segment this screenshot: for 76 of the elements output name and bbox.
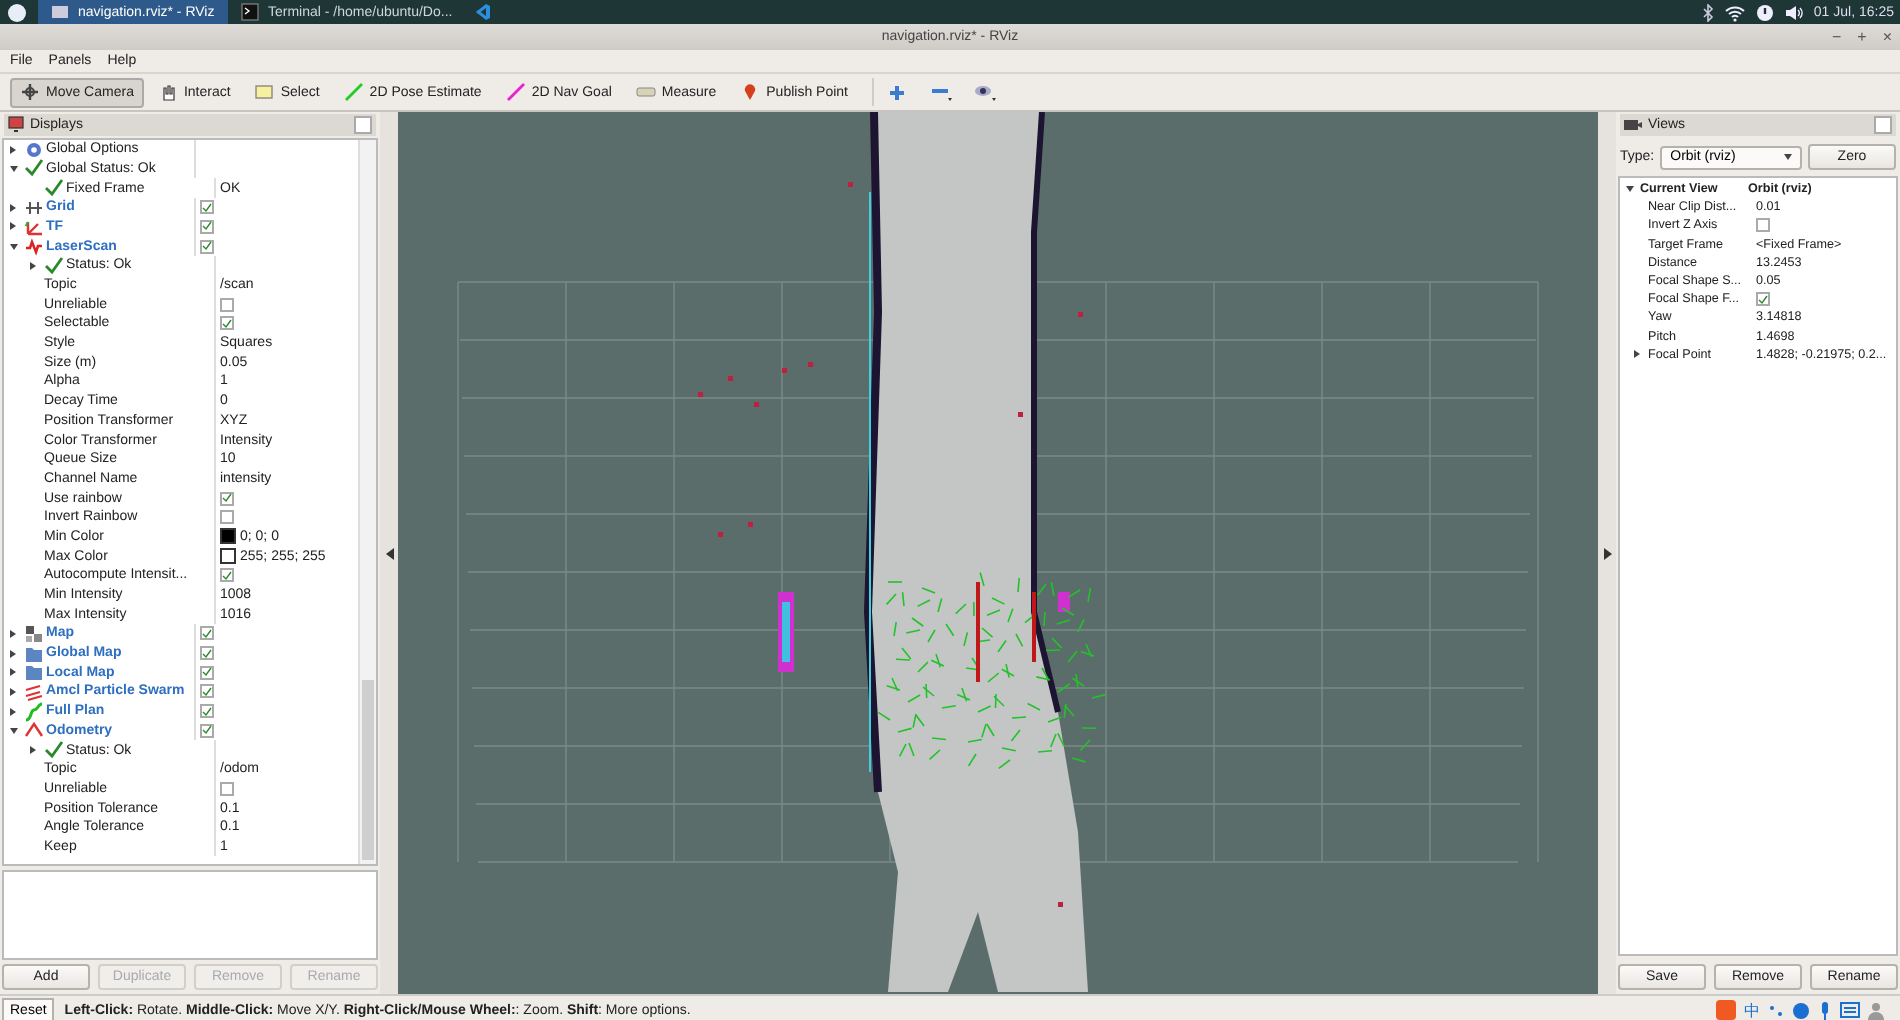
check-icon: [44, 740, 64, 760]
close-button[interactable]: ×: [1882, 28, 1892, 46]
wave-icon: [24, 236, 44, 257]
plus-icon[interactable]: [888, 83, 906, 101]
expand-arrow-icon[interactable]: [10, 222, 16, 231]
checkbox[interactable]: [200, 626, 214, 641]
expand-arrow-icon[interactable]: [1634, 350, 1640, 359]
collapse-arrow-icon[interactable]: [1625, 186, 1633, 193]
update-icon[interactable]: [1755, 3, 1774, 21]
checkbox[interactable]: [200, 723, 214, 738]
microphone-icon[interactable]: [1818, 1001, 1832, 1019]
ruler-icon: [635, 82, 656, 102]
checkbox[interactable]: [200, 200, 214, 215]
lines-icon: [24, 681, 44, 702]
grid-icon: [24, 197, 44, 218]
checkbox[interactable]: [220, 297, 234, 312]
expand-arrow-icon[interactable]: [10, 668, 16, 677]
folder-icon: [24, 662, 44, 683]
expand-arrow-icon[interactable]: [10, 629, 16, 638]
close-panel-icon[interactable]: [354, 115, 372, 134]
language-indicator[interactable]: 中: [1744, 999, 1760, 1020]
person-icon[interactable]: [1868, 1001, 1884, 1019]
expand-arrow-icon[interactable]: [30, 261, 36, 270]
collapse-right-icon[interactable]: [1603, 547, 1611, 559]
expand-arrow-icon[interactable]: [10, 145, 16, 154]
volume-icon[interactable]: [1783, 3, 1804, 21]
collapse-arrow-icon[interactable]: [9, 243, 17, 250]
collapse-left-icon[interactable]: [385, 547, 393, 559]
bluetooth-icon[interactable]: [1701, 3, 1714, 21]
move-icon: [20, 82, 40, 102]
chevron-icon: [24, 720, 44, 741]
expand-arrow-icon[interactable]: [10, 649, 16, 658]
eye-icon[interactable]: [974, 82, 998, 102]
checkbox[interactable]: [1756, 292, 1770, 307]
checkbox[interactable]: [200, 219, 214, 234]
minimize-button[interactable]: −: [1831, 28, 1842, 46]
wifi-icon[interactable]: [1723, 3, 1746, 21]
window-icon: [50, 2, 70, 22]
terminal-icon: [240, 2, 260, 22]
path-icon: [24, 701, 44, 722]
close-panel-icon[interactable]: [1874, 116, 1892, 134]
map-icon: [24, 623, 44, 644]
scrollbar[interactable]: [358, 139, 376, 864]
checkbox[interactable]: [220, 491, 234, 506]
code-editor-icon: [472, 2, 493, 22]
keyboard-icon[interactable]: [1840, 1002, 1860, 1018]
check-icon: [44, 178, 64, 199]
punctuation-icon[interactable]: [1768, 1002, 1784, 1018]
checkbox[interactable]: [200, 704, 214, 719]
expand-arrow-icon[interactable]: [10, 707, 16, 716]
expand-arrow-icon[interactable]: [10, 203, 16, 212]
checkbox[interactable]: [220, 781, 234, 796]
camera-icon: [1624, 118, 1642, 132]
pin-icon: [740, 82, 761, 102]
check-icon: [44, 255, 64, 276]
axes-icon: [24, 216, 44, 237]
checkbox[interactable]: [200, 646, 214, 661]
checkbox[interactable]: [220, 510, 234, 525]
start-menu-icon[interactable]: [8, 3, 26, 21]
expand-arrow-icon[interactable]: [30, 746, 36, 754]
collapse-arrow-icon[interactable]: [9, 727, 17, 734]
checkbox[interactable]: [200, 684, 214, 699]
maximize-button[interactable]: +: [1857, 28, 1867, 46]
rectangle-icon: [254, 82, 275, 102]
input-method-icon[interactable]: [1716, 1000, 1736, 1020]
folder-icon: [24, 643, 44, 664]
checkbox[interactable]: [200, 665, 214, 680]
collapse-arrow-icon[interactable]: [9, 165, 17, 172]
checkbox[interactable]: [220, 568, 234, 583]
checkbox[interactable]: [220, 316, 234, 331]
hand-icon: [157, 82, 178, 102]
checkbox[interactable]: [1756, 218, 1770, 233]
checkbox[interactable]: [200, 239, 214, 254]
monitor-icon: [8, 116, 24, 133]
check-icon: [24, 158, 44, 179]
expand-arrow-icon[interactable]: [10, 687, 16, 696]
